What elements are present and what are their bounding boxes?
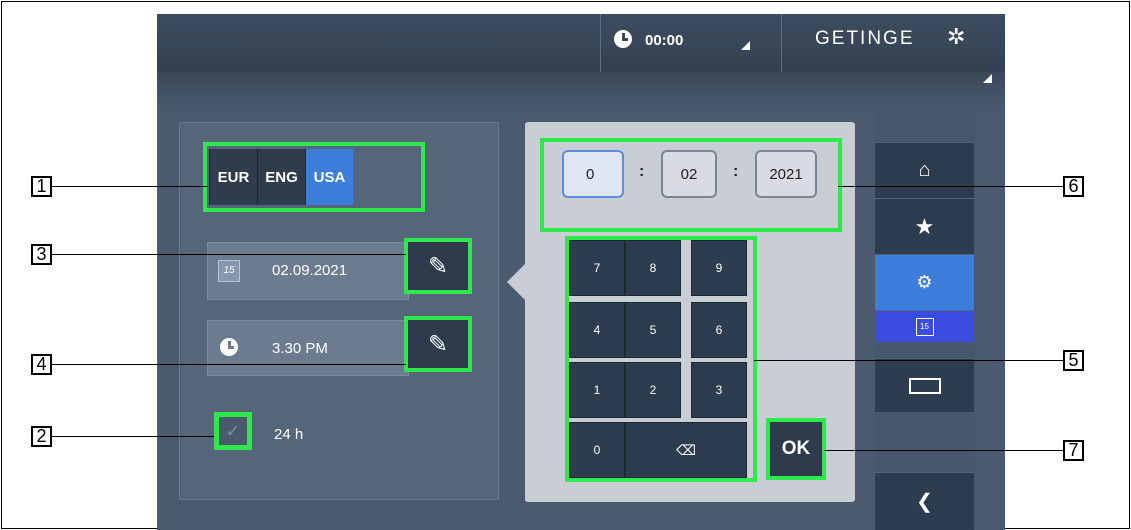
clock-icon [220, 338, 238, 356]
ok-button-highlight: OK [766, 418, 826, 480]
home-icon: ⌂ [918, 159, 931, 181]
key-2[interactable]: 2 [625, 362, 681, 418]
format-selector: EUR ENG USA [209, 149, 353, 205]
callout-line [52, 436, 214, 437]
callout-line [52, 254, 406, 255]
callout-7: 7 [1063, 440, 1084, 461]
gears-icon: ⚙ [916, 272, 933, 292]
sidebar-item-back[interactable]: ❮ [875, 472, 974, 530]
sidebar-item-battery[interactable] [875, 358, 974, 412]
format-eng-button[interactable]: ENG [257, 149, 305, 205]
key-6[interactable]: 6 [691, 302, 747, 358]
callout-3: 3 [31, 244, 52, 265]
day-field[interactable]: 0 [562, 150, 624, 198]
sidebar-item-settings[interactable]: ⚙ [875, 254, 974, 310]
settings-area: EUR ENG USA 15 02.09.2021 ✎ 3.30 PM ✎ ✓ … [157, 14, 1005, 530]
key-0[interactable]: 0 [569, 422, 625, 478]
callout-6: 6 [1063, 176, 1084, 197]
sidebar-item-favorites[interactable]: ★ [875, 198, 974, 254]
back-icon: ❮ [916, 491, 933, 513]
callout-2: 2 [31, 426, 52, 447]
callout-line [52, 186, 208, 187]
callout-line [754, 360, 1063, 361]
hour24-checkbox[interactable]: ✓ [214, 412, 252, 450]
separator: : [733, 163, 739, 180]
format-eur-button[interactable]: EUR [209, 149, 257, 205]
pencil-icon: ✎ [427, 330, 449, 358]
key-7[interactable]: 7 [569, 240, 625, 296]
key-8[interactable]: 8 [625, 240, 681, 296]
key-9[interactable]: 9 [691, 240, 747, 296]
key-1[interactable]: 1 [569, 362, 625, 418]
pencil-icon: ✎ [427, 252, 449, 280]
month-field[interactable]: 02 [661, 150, 717, 198]
calendar-icon: 15 [218, 260, 240, 282]
backspace-icon: ⌫ [676, 441, 696, 458]
key-4[interactable]: 4 [569, 302, 625, 358]
callout-5: 5 [1063, 350, 1084, 371]
callout-1: 1 [31, 176, 52, 197]
sidebar-item-home[interactable]: ⌂ [875, 142, 974, 198]
key-3[interactable]: 3 [691, 362, 747, 418]
edit-time-button[interactable]: ✎ [404, 316, 472, 372]
date-value: 02.09.2021 [272, 262, 348, 279]
callout-line [838, 186, 1063, 187]
year-field[interactable]: 2021 [755, 150, 817, 198]
separator: : [639, 163, 645, 180]
hour24-label: 24 h [274, 426, 304, 443]
backspace-button[interactable]: ⌫ [625, 422, 747, 478]
time-value: 3.30 PM [272, 340, 328, 357]
popup-pointer [507, 264, 525, 300]
edit-date-button[interactable]: ✎ [404, 238, 472, 294]
check-icon: ✓ [219, 417, 247, 445]
calendar-icon: 15 [915, 317, 934, 336]
sidebar-item-calendar[interactable]: 15 [875, 310, 974, 342]
callout-line [52, 364, 406, 365]
format-usa-button[interactable]: USA [305, 149, 353, 205]
ok-button[interactable]: OK [770, 422, 822, 476]
key-5[interactable]: 5 [625, 302, 681, 358]
battery-icon [908, 377, 941, 394]
star-icon: ★ [914, 213, 935, 239]
callout-line [824, 450, 1063, 451]
callout-4: 4 [31, 354, 52, 375]
